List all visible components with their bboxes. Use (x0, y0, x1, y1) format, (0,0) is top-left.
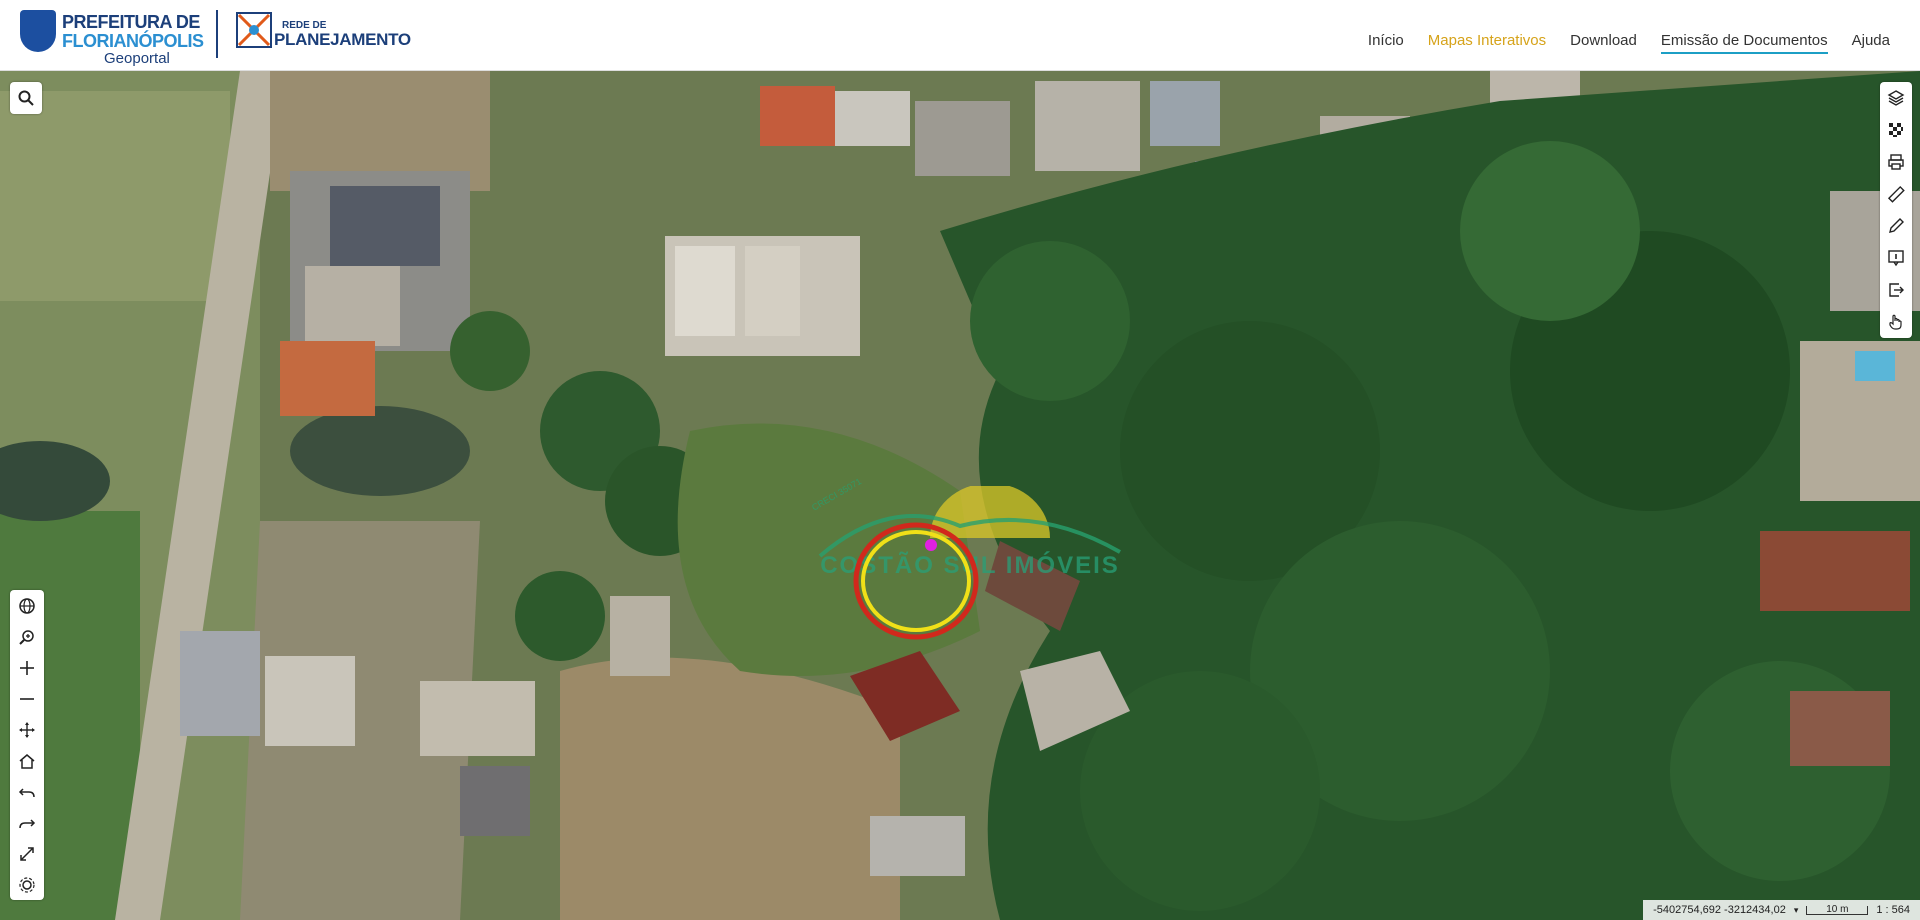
logo-line1: PREFEITURA DE (62, 12, 200, 32)
search-button[interactable] (10, 82, 42, 114)
location-highlight (853, 522, 979, 640)
map-imagery (0, 71, 1920, 920)
export-icon (1889, 283, 1904, 297)
home-icon (19, 753, 35, 769)
scale-bar-label: 10 m (1826, 903, 1849, 915)
rede-planejamento-logo[interactable]: REDE DE PLANEJAMENTO (234, 10, 414, 58)
nav-inicio[interactable]: Início (1368, 32, 1404, 54)
redo-icon (19, 818, 36, 828)
coordinates-readout: -5402754,692 -3212434,02 (1653, 904, 1786, 916)
location-pin-icon[interactable] (925, 539, 937, 551)
settings-button[interactable] (10, 869, 44, 900)
app-header: PREFEITURA DE FLORIANÓPOLIS Geoportal RE… (0, 0, 1920, 71)
layers-button[interactable] (1880, 82, 1912, 114)
nav-ajuda[interactable]: Ajuda (1852, 32, 1890, 54)
export-button[interactable] (1880, 274, 1912, 306)
zoom-out-button[interactable] (10, 683, 44, 714)
search-icon (18, 90, 34, 106)
projection-dropdown-icon[interactable]: ▾ (1794, 905, 1799, 916)
measure-icon (1887, 185, 1905, 203)
globe-button[interactable] (10, 590, 44, 621)
tools-toolbar (1880, 82, 1912, 338)
redo-button[interactable] (10, 807, 44, 838)
map-statusbar: -5402754,692 -3212434,02 ▾ 10 m 1 : 564 (1643, 900, 1920, 920)
pan-icon (19, 721, 35, 738)
pan-button[interactable] (10, 714, 44, 745)
shield-icon (20, 10, 56, 52)
undo-button[interactable] (10, 776, 44, 807)
settings-icon (19, 876, 35, 893)
logo-geoportal: Geoportal (104, 50, 170, 67)
zoom-area-icon (19, 629, 34, 645)
zoom-in-icon (20, 660, 34, 675)
draw-button[interactable] (1880, 210, 1912, 242)
pointer-hand-icon (1889, 314, 1902, 330)
layers-icon (1887, 90, 1905, 106)
rede-logo-icon (236, 12, 272, 48)
basemap-button[interactable] (1880, 114, 1912, 146)
nav-emissao-documentos[interactable]: Emissão de Documentos (1660, 32, 1828, 54)
draw-icon (1889, 218, 1904, 233)
print-button[interactable] (1880, 146, 1912, 178)
undo-icon (18, 787, 35, 797)
info-icon (1888, 250, 1904, 267)
main-nav: Início Mapas Interativos Download Emissã… (1368, 32, 1890, 54)
zoom-out-icon (20, 697, 34, 700)
satellite-map[interactable]: CRECI 35071 COSTÃO SUL IMÓVEIS (0, 71, 1920, 920)
prefeitura-logo[interactable]: PREFEITURA DE FLORIANÓPOLIS Geoportal (18, 8, 238, 67)
fullscreen-icon (20, 846, 34, 861)
home-button[interactable] (10, 745, 44, 776)
basemap-icon (1889, 123, 1903, 137)
info-button[interactable] (1880, 242, 1912, 274)
fullscreen-button[interactable] (10, 838, 44, 869)
rede-line2: PLANEJAMENTO (274, 30, 411, 49)
zoom-in-button[interactable] (10, 652, 44, 683)
scale-bar: 10 m (1806, 903, 1869, 915)
print-icon (1888, 154, 1904, 170)
logo-line2: FLORIANÓPOLIS (62, 31, 204, 51)
pointer-button[interactable] (1880, 306, 1912, 338)
nav-mapas-interativos[interactable]: Mapas Interativos (1428, 32, 1546, 54)
map-controls-toolbar (10, 590, 44, 900)
nav-download[interactable]: Download (1570, 32, 1637, 54)
header-divider (216, 10, 218, 58)
measure-button[interactable] (1880, 178, 1912, 210)
scale-ratio: 1 : 564 (1876, 904, 1910, 916)
globe-icon (19, 597, 35, 614)
zoom-area-button[interactable] (10, 621, 44, 652)
